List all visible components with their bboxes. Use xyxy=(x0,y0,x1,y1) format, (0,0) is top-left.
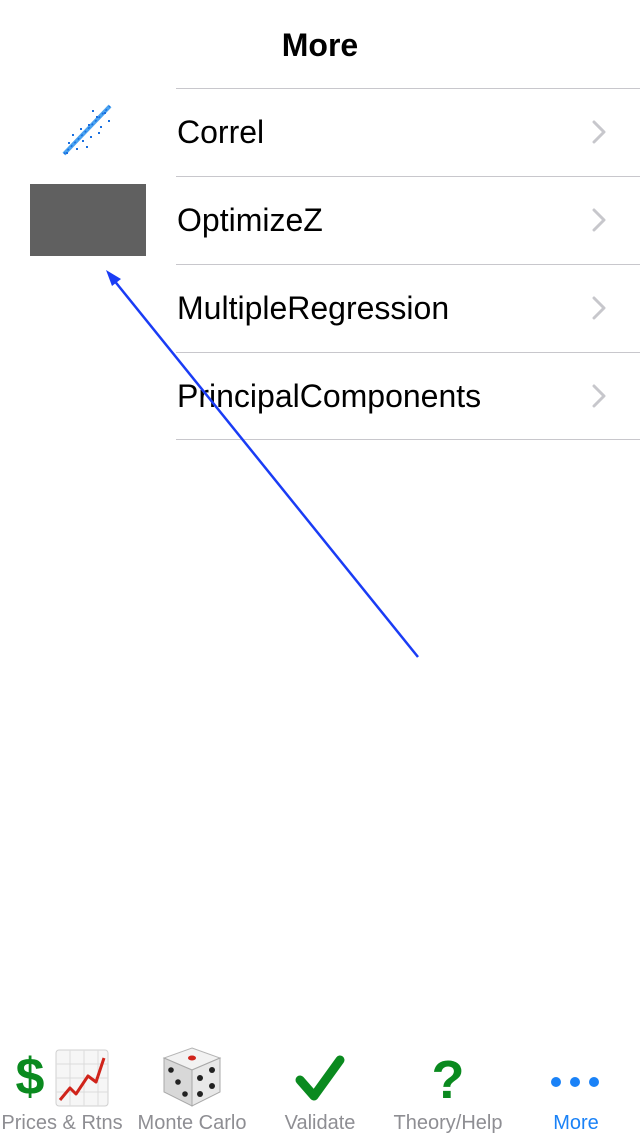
question-mark-icon: ? xyxy=(432,1050,465,1108)
separator xyxy=(176,264,640,265)
tab-label: Theory/Help xyxy=(393,1112,503,1134)
svg-text:$: $ xyxy=(16,1048,45,1106)
more-dots-icon xyxy=(551,1077,599,1087)
separator xyxy=(176,176,640,177)
svg-text:?: ? xyxy=(432,1050,465,1108)
separator xyxy=(176,439,640,440)
tab-theory-help[interactable]: ? Theory/Help xyxy=(384,1038,512,1136)
chevron-right-icon xyxy=(592,384,606,408)
list-item-principalcomponents[interactable]: PrincipalComponents xyxy=(0,352,640,440)
list-item-label: MultipleRegression xyxy=(177,290,450,326)
dice-icon xyxy=(162,1047,222,1107)
page-title: More xyxy=(281,27,359,63)
tab-label: More xyxy=(553,1112,599,1134)
tab-validate[interactable]: Validate xyxy=(256,1038,384,1136)
tab-label: Monte Carlo xyxy=(137,1112,247,1134)
list-item-label: Correl xyxy=(177,114,265,150)
tab-label: Prices & Rtns xyxy=(1,1112,123,1134)
navigation-bar: More xyxy=(0,0,640,88)
correlation-scatter-icon xyxy=(62,104,112,156)
list-item-multipleregression[interactable]: MultipleRegression xyxy=(0,264,640,352)
separator xyxy=(176,352,640,353)
tab-monte-carlo[interactable]: Monte Carlo xyxy=(128,1038,256,1136)
list-item-label: PrincipalComponents xyxy=(177,378,482,414)
chevron-right-icon xyxy=(592,208,606,232)
list-item-label: OptimizeZ xyxy=(177,202,323,238)
chevron-right-icon xyxy=(592,120,606,144)
tab-bar: $ Prices & Rtns Monte Carlo Validate ? T… xyxy=(0,1038,640,1136)
tab-label: Validate xyxy=(284,1112,356,1134)
dollar-chart-icon: $ xyxy=(16,1048,109,1107)
placeholder-thumbnail xyxy=(30,184,146,256)
tab-more[interactable]: More xyxy=(512,1038,640,1136)
tab-prices-rtns[interactable]: $ Prices & Rtns xyxy=(0,1038,124,1136)
chevron-right-icon xyxy=(592,296,606,320)
checkmark-icon xyxy=(295,1055,345,1101)
separator xyxy=(176,88,640,89)
